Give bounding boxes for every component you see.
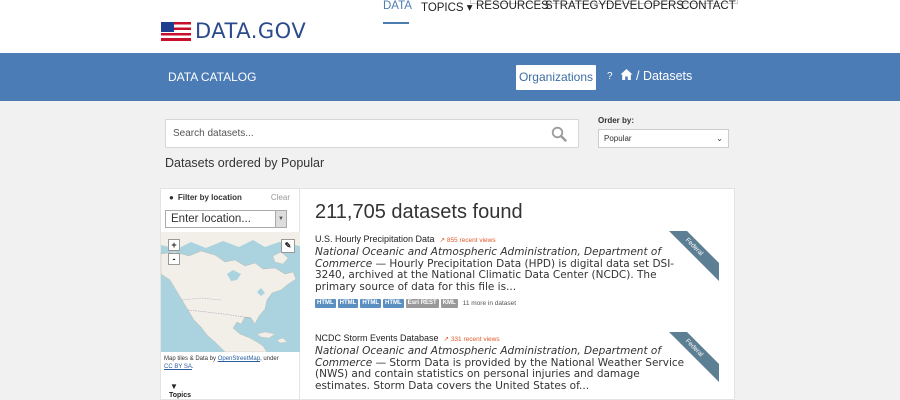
dataset-search-input[interactable]	[166, 120, 526, 147]
dataset-search	[165, 119, 579, 148]
format-tag-html[interactable]: HTML	[315, 299, 336, 308]
recent-views-text: 331 recent views	[450, 336, 500, 343]
format-tag-esri-rest[interactable]: Esri REST	[405, 299, 439, 308]
dropdown-arrow-icon[interactable]: ▼	[275, 211, 286, 227]
dataset-item: U.S. Hourly Precipitation Data ↗ 855 rec…	[315, 234, 715, 308]
dataset-description: National Oceanic and Atmospheric Adminis…	[315, 345, 690, 392]
globe-icon: ●	[169, 193, 174, 202]
order-by-label: Order by:	[598, 116, 635, 125]
federal-ribbon: Federal	[669, 231, 719, 281]
recent-views: ↗ 855 recent views	[440, 236, 496, 244]
funnel-icon: ▼	[170, 382, 178, 391]
location-map[interactable]: + - ✎	[161, 232, 300, 352]
format-tags: HTML HTML HTML HTML Esri REST KML 11 mor…	[315, 299, 715, 308]
nav-contact[interactable]: CONTACT	[681, 0, 736, 12]
order-by-select[interactable]: Popular ⌄	[598, 129, 729, 148]
recent-views-text: 855 recent views	[446, 237, 496, 244]
format-tag-html[interactable]: HTML	[383, 299, 404, 308]
chevron-down-icon: ⌄	[716, 134, 723, 143]
cc-by-sa-link[interactable]: CC BY SA	[164, 364, 192, 370]
trend-icon: ↗	[443, 336, 451, 343]
help-icon[interactable]: ?	[607, 71, 613, 82]
organizations-button[interactable]: Organizations	[516, 65, 596, 90]
results-panel: 211,705 datasets found U.S. Hourly Preci…	[300, 188, 735, 400]
location-input[interactable]: Enter location... ▼	[165, 210, 287, 228]
topics-filter-heading[interactable]: Topics	[169, 392, 191, 399]
filter-location-heading: ● Filter by location	[169, 193, 242, 202]
dataset-title-link[interactable]: U.S. Hourly Precipitation Data	[315, 234, 435, 244]
more-resources-text: 11 more in dataset	[462, 300, 517, 307]
site-header: DATA.GOV DATA TOPICS ▾ RESOURCES STRATEG…	[0, 0, 900, 53]
home-icon[interactable]	[620, 68, 633, 81]
results-count: 211,705 datasets found	[315, 201, 523, 223]
trend-icon: ↗	[439, 237, 447, 244]
catalog-title: DATA CATALOG	[168, 70, 257, 84]
location-placeholder: Enter location...	[171, 213, 251, 225]
site-logo[interactable]: DATA.GOV	[161, 19, 307, 43]
filter-location-title: Filter by location	[177, 193, 242, 202]
nav-developers[interactable]: DEVELOPERS	[606, 0, 684, 12]
map-canvas[interactable]	[161, 232, 300, 352]
map-credit-prefix: Map tiles & Data by	[164, 356, 218, 362]
ordered-by-text: Datasets ordered by Popular	[165, 156, 325, 170]
federal-ribbon: Federal	[669, 332, 719, 382]
nav-data[interactable]: DATA	[383, 0, 412, 12]
breadcrumb-datasets[interactable]: / Datasets	[636, 69, 692, 83]
nav-topics[interactable]: TOPICS ▾	[421, 0, 473, 14]
format-tag-html[interactable]: HTML	[337, 299, 359, 308]
map-credit-suffix: .	[191, 364, 194, 370]
order-by-value: Popular	[604, 134, 632, 143]
nav-strategy[interactable]: STRATEGY	[545, 0, 606, 12]
map-draw-icon[interactable]: ✎	[281, 239, 295, 253]
clear-location-link[interactable]: Clear	[271, 193, 290, 202]
nav-active-indicator	[383, 22, 409, 24]
search-icon[interactable]	[551, 126, 567, 142]
brand-name: DATA.GOV	[195, 19, 307, 43]
map-zoom-out-button[interactable]: -	[168, 253, 180, 265]
dataset-description: National Oceanic and Atmospheric Adminis…	[315, 246, 690, 293]
format-tag-kml[interactable]: KML	[440, 299, 458, 308]
us-flag-icon	[161, 21, 191, 41]
map-zoom-in-button[interactable]: +	[168, 239, 180, 251]
format-tag-html[interactable]: HTML	[360, 299, 382, 308]
main-content: Order by: Popular ⌄ Datasets ordered by …	[160, 101, 735, 400]
dataset-item: NCDC Storm Events Database ↗ 331 recent …	[315, 333, 715, 392]
recent-views: ↗ 331 recent views	[444, 335, 500, 343]
catalog-band: DATA CATALOG Organizations ? / Datasets	[0, 53, 900, 101]
filter-sidebar: ● Filter by location Clear Enter locatio…	[160, 188, 300, 400]
nav-resources[interactable]: RESOURCES	[476, 0, 549, 12]
dataset-title-link[interactable]: NCDC Storm Events Database	[315, 333, 439, 343]
map-attribution: Map tiles & Data by OpenStreetMap, under…	[164, 355, 299, 371]
openstreetmap-link[interactable]: OpenStreetMap	[218, 356, 260, 362]
map-credit-mid: , under	[260, 356, 279, 362]
